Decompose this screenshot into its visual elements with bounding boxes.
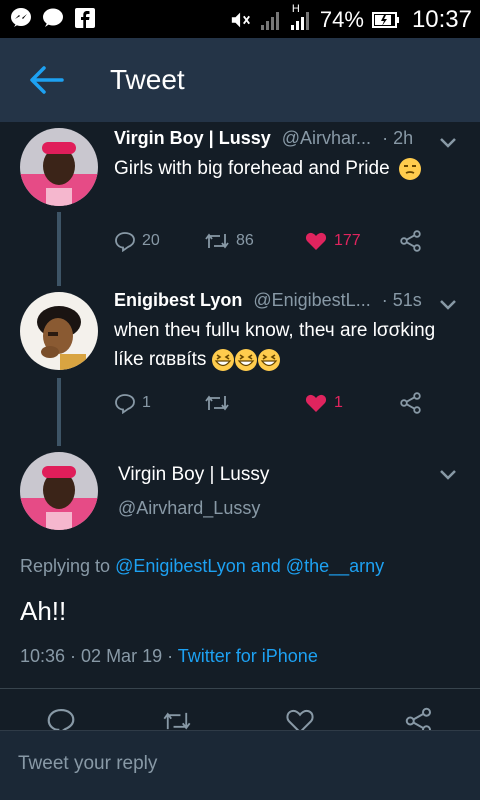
unamused-emoji-icon	[398, 157, 421, 180]
reply-count: 1	[142, 394, 151, 411]
clock: 10:37	[411, 6, 472, 33]
reply-button[interactable]: 1	[114, 392, 204, 414]
replying-to: Replying to @EnigibestLyon and @the__arn…	[20, 556, 385, 576]
back-button[interactable]	[26, 60, 66, 100]
like-count: 1	[334, 394, 343, 411]
facebook-icon	[74, 7, 96, 29]
page-title: Tweet	[110, 64, 185, 95]
tweet-source-link[interactable]: Twitter for iPhone	[178, 646, 318, 666]
retweet-button[interactable]: 86	[204, 230, 304, 252]
retweet-icon	[205, 395, 229, 411]
messenger-icon	[10, 7, 32, 29]
tweet-text: Ah!!	[20, 596, 67, 626]
retweet-count: 86	[236, 232, 254, 249]
tweet-time: · 2h	[382, 128, 414, 148]
reply-input[interactable]	[18, 753, 458, 775]
status-bar: H 74% 10:37	[0, 0, 480, 38]
retweet-icon	[205, 233, 229, 249]
signal-icon: H	[290, 3, 312, 31]
network-type-label: H	[291, 3, 300, 15]
avatar[interactable]	[20, 292, 98, 370]
like-button[interactable]: 177	[304, 230, 399, 252]
signal-icon	[260, 9, 282, 31]
divider	[0, 688, 480, 689]
author-name[interactable]: Virgin Boy | Lussy	[118, 464, 269, 486]
retweet-button[interactable]	[204, 392, 304, 414]
battery-icon	[371, 9, 400, 31]
tweet-time: · 51s	[381, 290, 422, 310]
author-name[interactable]: Enigibest Lyon	[114, 290, 242, 310]
tweet-text: Girls with big forehead and Pride	[114, 154, 422, 183]
reply-bar	[0, 730, 480, 800]
reply-button[interactable]: 20	[114, 230, 204, 252]
heart-icon	[305, 232, 327, 250]
author-handle[interactable]: @Airvhard_Lussy	[118, 498, 260, 519]
share-button[interactable]	[399, 392, 423, 414]
avatar[interactable]	[20, 128, 98, 206]
mention-link[interactable]: @EnigibestLyon	[115, 556, 246, 576]
author-name[interactable]: Virgin Boy | Lussy	[114, 128, 271, 148]
author-handle[interactable]: @Airvhar...	[282, 128, 371, 148]
author-handle[interactable]: @EnigibestL...	[253, 290, 370, 310]
mention-link[interactable]: @the__arny	[286, 556, 384, 576]
battery-percent: 74%	[319, 7, 364, 32]
tweet-meta: 10:36 · 02 Mar 19 · Twitter for iPhone	[20, 646, 318, 667]
app-header: Tweet	[0, 38, 480, 122]
reply-icon	[115, 232, 135, 252]
tweet-item[interactable]: Virgin Boy | Lussy @Airvhar... · 2h Girl…	[0, 122, 480, 286]
grinning-squinting-emoji-icon	[234, 348, 257, 371]
chat-icon	[42, 7, 64, 29]
tweet-timestamp: 10:36 · 02 Mar 19 ·	[20, 646, 178, 666]
share-icon	[400, 230, 421, 252]
chevron-down-icon[interactable]	[438, 468, 458, 482]
avatar[interactable]	[20, 452, 98, 530]
thread-line	[57, 378, 61, 446]
share-icon	[400, 392, 421, 414]
reply-icon	[115, 394, 135, 414]
mute-icon	[230, 9, 252, 31]
chevron-down-icon[interactable]	[438, 136, 458, 150]
tweet-item[interactable]: Enigibest Lyon @EnigibestL... · 51s when…	[0, 282, 480, 446]
like-button[interactable]: 1	[304, 392, 399, 414]
arrow-left-icon	[30, 66, 64, 94]
grinning-squinting-emoji-icon	[257, 348, 280, 371]
thread-line	[57, 212, 61, 286]
share-button[interactable]	[399, 230, 423, 252]
like-count: 177	[334, 232, 361, 249]
grinning-squinting-emoji-icon	[211, 348, 234, 371]
tweet-text: when thеч fullч know, thеч are lσσking l…	[114, 320, 436, 371]
chevron-down-icon[interactable]	[438, 298, 458, 312]
reply-count: 20	[142, 232, 160, 249]
heart-icon	[305, 394, 327, 412]
